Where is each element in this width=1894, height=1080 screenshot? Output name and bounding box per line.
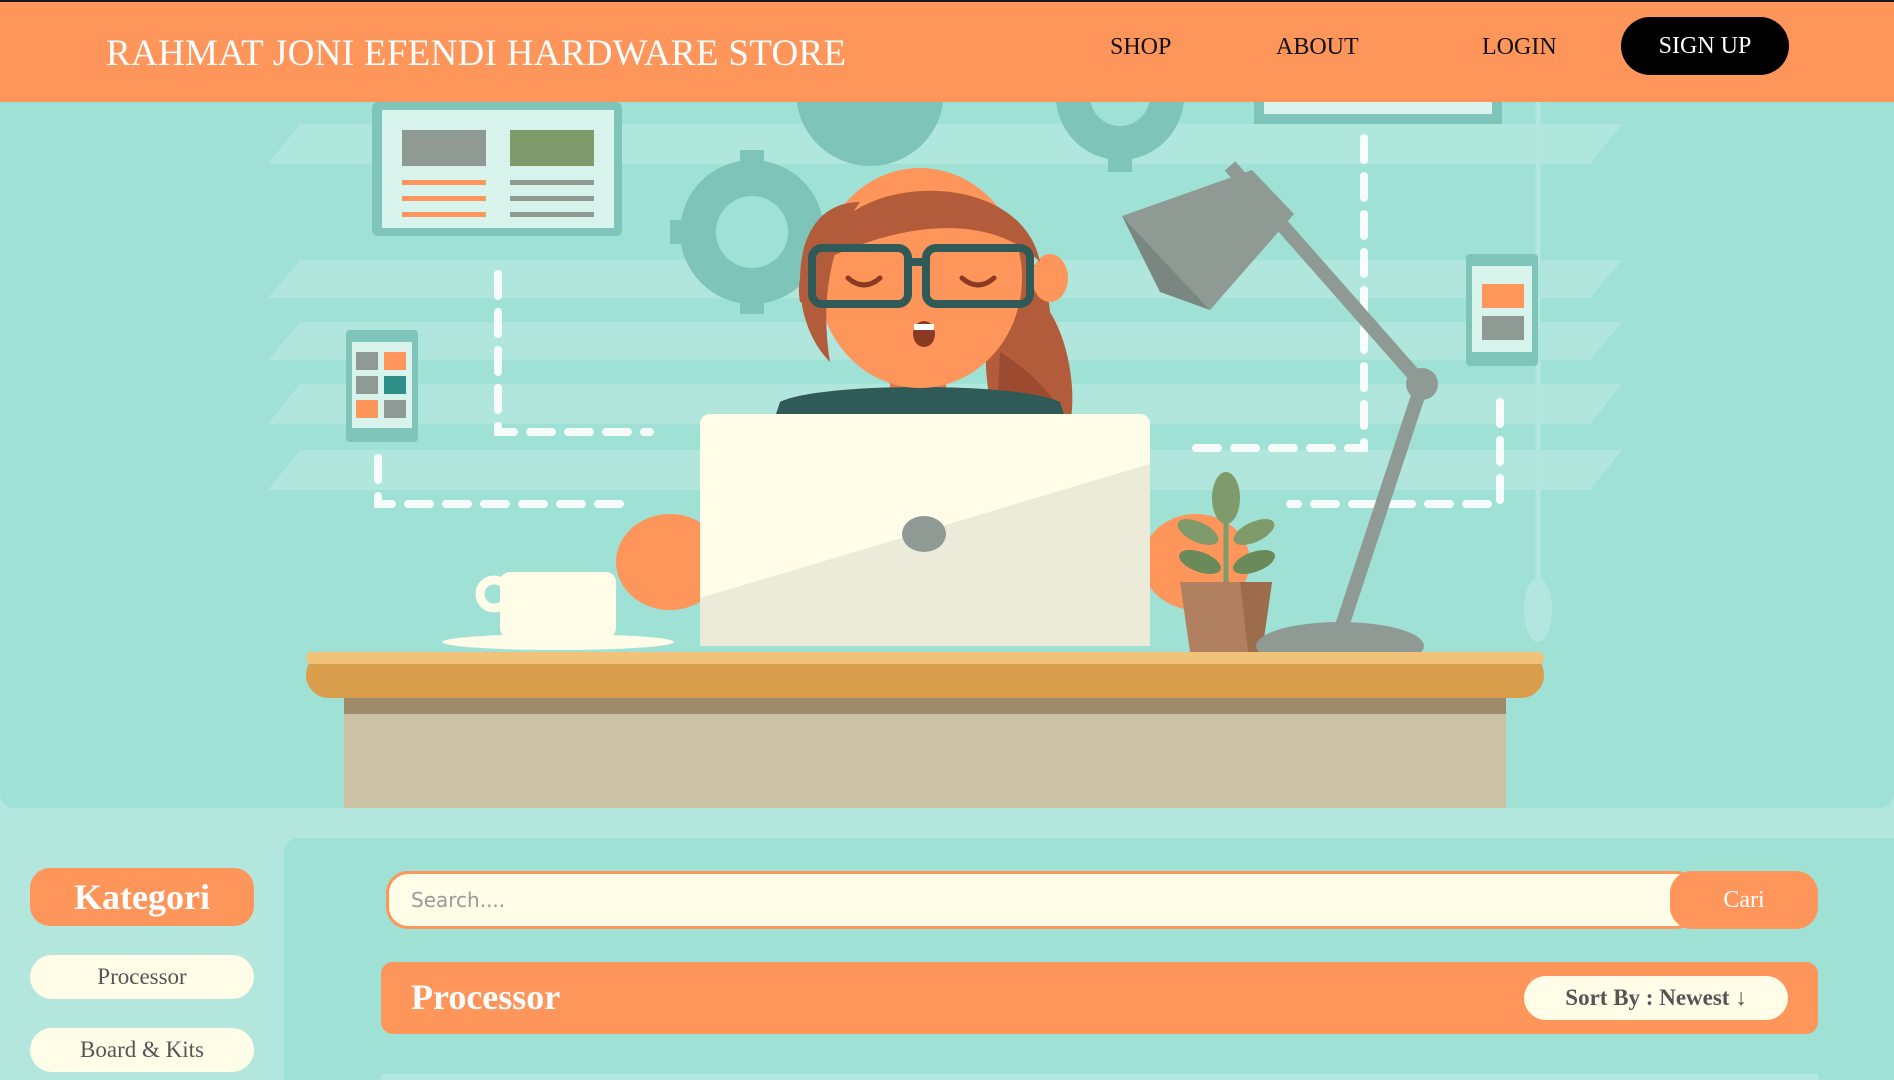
nav-link-shop[interactable]: SHOP: [1110, 34, 1171, 61]
sidebar-item-processor[interactable]: Processor: [30, 955, 254, 999]
sidebar-item-board-kits[interactable]: Board & Kits: [30, 1028, 254, 1072]
search-input[interactable]: [386, 871, 1698, 929]
sidebar-title: Kategori: [30, 868, 254, 926]
product-grid-top: [381, 1074, 1818, 1080]
top-navbar: RAHMAT JONI EFENDI HARDWARE STORE SHOP A…: [0, 0, 1894, 102]
category-header-bar: Processor Sort By : Newest ↓: [381, 962, 1818, 1034]
hero-banner: [0, 102, 1894, 808]
sort-button[interactable]: Sort By : Newest ↓: [1524, 976, 1788, 1020]
store-brand-title[interactable]: RAHMAT JONI EFENDI HARDWARE STORE: [106, 32, 846, 75]
category-sidebar: Kategori Processor Board & Kits: [30, 868, 254, 1072]
product-panel: Cari Processor Sort By : Newest ↓: [284, 838, 1894, 1080]
nav-link-about[interactable]: ABOUT: [1276, 34, 1359, 61]
nav-link-login[interactable]: LOGIN: [1482, 34, 1557, 61]
hero-illustration: [268, 102, 1622, 808]
search-button[interactable]: Cari: [1670, 871, 1818, 929]
signup-button[interactable]: SIGN UP: [1621, 17, 1789, 75]
category-heading: Processor: [411, 977, 561, 1017]
